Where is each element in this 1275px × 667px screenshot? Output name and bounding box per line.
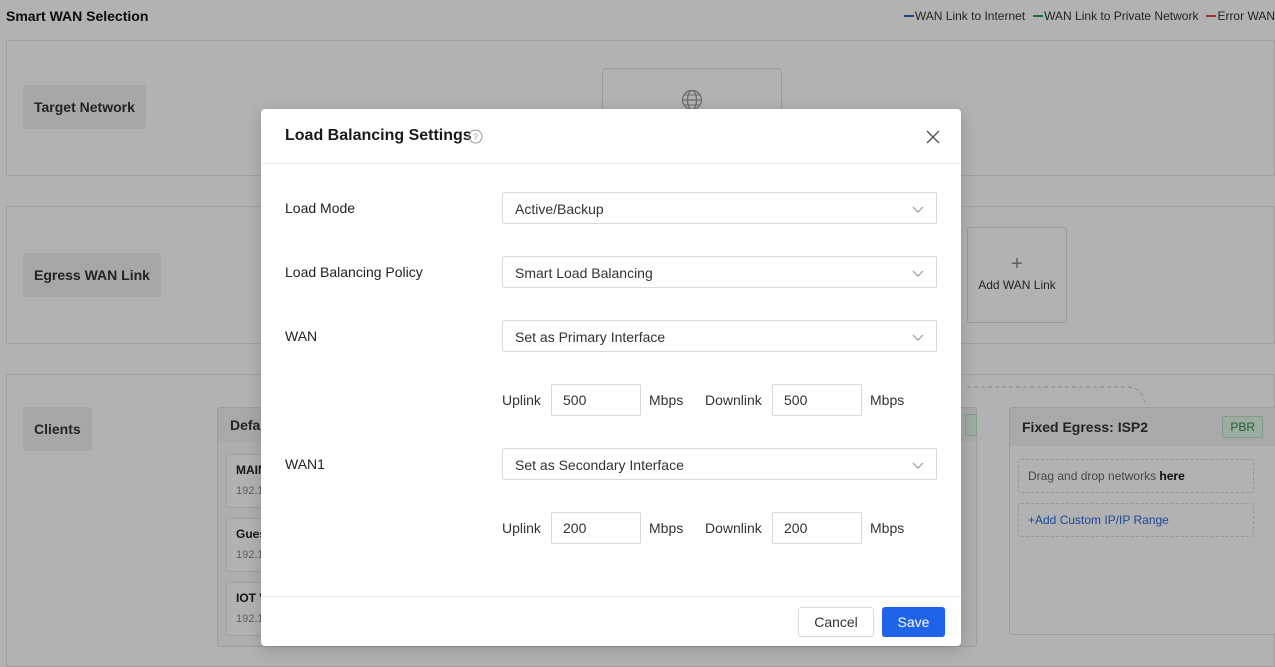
wan1-uplink-label: Uplink [502, 520, 541, 536]
wan-role-value: Set as Primary Interface [515, 329, 666, 345]
modal-header: Load Balancing Settings ? [261, 109, 961, 164]
close-icon[interactable] [923, 127, 943, 147]
wan1-label: WAN1 [285, 456, 325, 472]
chevron-down-icon [912, 462, 924, 469]
wan1-role-select[interactable]: Set as Secondary Interface [502, 448, 937, 480]
wan1-downlink-unit: Mbps [870, 520, 905, 536]
wan1-uplink-unit: Mbps [649, 520, 684, 536]
wan-label: WAN [285, 328, 318, 344]
wan-downlink-unit: Mbps [870, 392, 905, 408]
chevron-down-icon [912, 206, 924, 213]
help-icon[interactable]: ? [468, 129, 483, 144]
chevron-down-icon [912, 334, 924, 341]
wan-role-select[interactable]: Set as Primary Interface [502, 320, 937, 352]
cancel-button[interactable]: Cancel [798, 607, 874, 637]
load-balancing-modal: Load Balancing Settings ? Load Mode Acti… [261, 109, 961, 646]
wan1-role-value: Set as Secondary Interface [515, 457, 684, 473]
load-mode-value: Active/Backup [515, 201, 604, 217]
svg-text:?: ? [473, 132, 478, 142]
load-mode-select[interactable]: Active/Backup [502, 192, 937, 224]
policy-value: Smart Load Balancing [515, 265, 653, 281]
wan1-downlink-input[interactable] [772, 512, 862, 544]
policy-select[interactable]: Smart Load Balancing [502, 256, 937, 288]
modal-title: Load Balancing Settings [285, 127, 472, 144]
save-button[interactable]: Save [882, 607, 945, 637]
wan-downlink-label: Downlink [705, 392, 762, 408]
wan-uplink-input[interactable] [551, 384, 641, 416]
wan-downlink-input[interactable] [772, 384, 862, 416]
wan-uplink-unit: Mbps [649, 392, 684, 408]
wan1-downlink-label: Downlink [705, 520, 762, 536]
wan-uplink-label: Uplink [502, 392, 541, 408]
policy-label: Load Balancing Policy [285, 264, 423, 280]
wan1-uplink-input[interactable] [551, 512, 641, 544]
modal-footer: Cancel Save [261, 596, 961, 646]
chevron-down-icon [912, 270, 924, 277]
load-mode-label: Load Mode [285, 200, 356, 216]
